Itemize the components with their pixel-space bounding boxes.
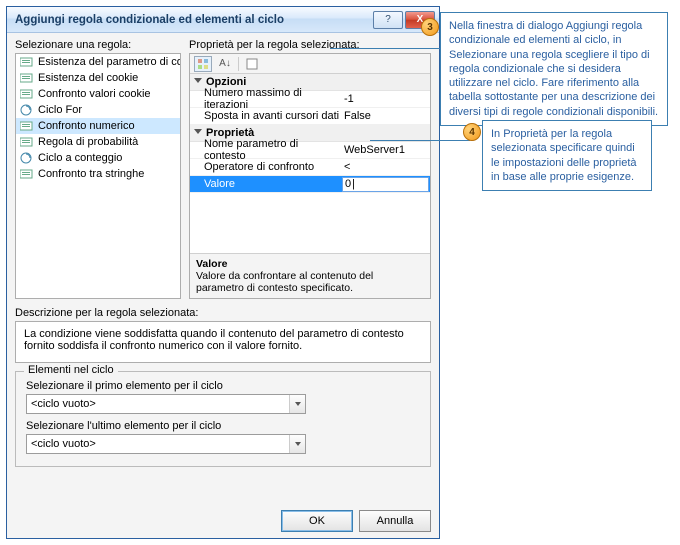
rule-description-label: Descrizione per la regola selezionata:: [15, 307, 431, 319]
ok-button[interactable]: OK: [281, 510, 353, 532]
prop-value[interactable]: <: [342, 161, 430, 173]
chevron-down-icon[interactable]: [289, 395, 305, 413]
prop-name: Valore: [190, 178, 342, 190]
rule-icon: [20, 152, 34, 164]
rule-listbox[interactable]: Esistenza del parametro di contesto Esis…: [15, 53, 181, 299]
rule-icon: [20, 88, 34, 100]
prop-desc-text: Valore da confrontare al contenuto del p…: [196, 270, 424, 294]
rule-item-label: Esistenza del cookie: [38, 72, 138, 84]
callout-4: In Proprietà per la regola selezionata s…: [482, 120, 652, 191]
prop-value[interactable]: WebServer1: [342, 144, 430, 156]
leader-line: [370, 140, 470, 141]
prop-row[interactable]: Sposta in avanti cursori dati False: [190, 108, 430, 125]
rule-icon: [20, 72, 34, 84]
first-element-combo[interactable]: <ciclo vuoto>: [26, 394, 306, 414]
rule-item-label: Confronto numerico: [38, 120, 135, 132]
prop-desc-title: Valore: [196, 258, 424, 270]
rule-item-label: Ciclo For: [38, 104, 82, 116]
last-element-combo[interactable]: <ciclo vuoto>: [26, 434, 306, 454]
combo-value: <ciclo vuoto>: [27, 398, 289, 410]
prop-value[interactable]: False: [342, 110, 430, 122]
rule-icon: [20, 168, 34, 180]
rule-item-label: Confronto tra stringhe: [38, 168, 144, 180]
combo-value: <ciclo vuoto>: [27, 438, 289, 450]
rule-icon: [20, 136, 34, 148]
prop-row[interactable]: Operatore di confronto <: [190, 159, 430, 176]
help-button[interactable]: ?: [373, 11, 403, 29]
loop-elements-fieldset: Elementi nel ciclo Selezionare il primo …: [15, 371, 431, 467]
rule-icon: [20, 56, 34, 68]
callout-badge-3: 3: [421, 18, 439, 36]
property-pages-icon[interactable]: [243, 56, 261, 72]
dialog-body: Selezionare una regola: Esistenza del pa…: [7, 33, 439, 538]
property-description: Valore Valore da confrontare al contenut…: [190, 253, 430, 298]
chevron-down-icon[interactable]: [289, 435, 305, 453]
prop-row[interactable]: Numero massimo di iterazioni -1: [190, 91, 430, 108]
last-element-label: Selezionare l'ultimo elemento per il cic…: [26, 420, 420, 432]
rule-item-label: Regola di probabilità: [38, 136, 138, 148]
loop-elements-legend: Elementi nel ciclo: [24, 364, 118, 376]
property-toolbar: A↓: [190, 54, 430, 74]
prop-name: Nome parametro di contesto: [190, 138, 342, 162]
rule-item-label: Confronto valori cookie: [38, 88, 151, 100]
properties-label: Proprietà per la regola selezionata:: [189, 39, 431, 51]
rule-icon: [20, 104, 34, 116]
prop-row[interactable]: Nome parametro di contesto WebServer1: [190, 142, 430, 159]
rule-item[interactable]: Ciclo For: [16, 102, 180, 118]
cancel-button[interactable]: Annulla: [359, 510, 431, 532]
dialog-window: Aggiungi regola condizionale ed elementi…: [6, 6, 440, 539]
rule-item[interactable]: Confronto valori cookie: [16, 86, 180, 102]
prop-name: Numero massimo di iterazioni: [190, 87, 342, 111]
rule-item[interactable]: Regola di probabilità: [16, 134, 180, 150]
prop-value-input[interactable]: 0: [342, 177, 429, 192]
rule-icon: [20, 120, 34, 132]
rule-description-box: La condizione viene soddisfatta quando i…: [15, 321, 431, 363]
rule-item[interactable]: Confronto numerico: [16, 118, 180, 134]
categorized-icon[interactable]: [194, 56, 212, 72]
rule-item[interactable]: Esistenza del cookie: [16, 70, 180, 86]
property-grid: A↓ Opzioni Numero massimo di iterazioni …: [189, 53, 431, 299]
callout-badge-4: 4: [463, 123, 481, 141]
rule-item[interactable]: Ciclo a conteggio: [16, 150, 180, 166]
callout-3: Nella finestra di dialogo Aggiungi regol…: [440, 12, 668, 126]
dialog-title: Aggiungi regola condizionale ed elementi…: [11, 14, 371, 26]
prop-name: Operatore di confronto: [190, 161, 342, 173]
rule-item[interactable]: Esistenza del parametro di contesto: [16, 54, 180, 70]
prop-value[interactable]: -1: [342, 93, 430, 105]
rule-item-label: Esistenza del parametro di contesto: [38, 56, 181, 68]
first-element-label: Selezionare il primo elemento per il cic…: [26, 380, 420, 392]
prop-row[interactable]: Valore 0: [190, 176, 430, 193]
select-rule-label: Selezionare una regola:: [15, 39, 181, 51]
rule-item-label: Ciclo a conteggio: [38, 152, 122, 164]
leader-line: [330, 48, 440, 49]
alphabetical-icon[interactable]: A↓: [216, 56, 234, 72]
rule-item[interactable]: Confronto tra stringhe: [16, 166, 180, 182]
prop-name: Sposta in avanti cursori dati: [190, 110, 342, 122]
titlebar: Aggiungi regola condizionale ed elementi…: [7, 7, 439, 33]
